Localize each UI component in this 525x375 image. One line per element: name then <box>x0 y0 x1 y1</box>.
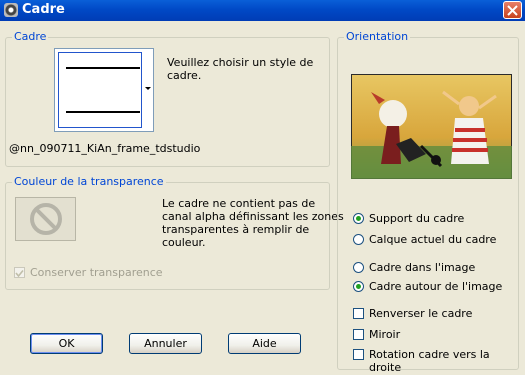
close-icon <box>507 5 518 16</box>
preserve-transparency-checkbox[interactable] <box>14 267 25 278</box>
label-calque-actuel: Calque actuel du cadre <box>369 233 497 246</box>
check-icon <box>15 269 24 278</box>
cadre-instruction: Veuillez choisir un style de cadre. <box>167 56 313 82</box>
transparence-message: Le cadre ne contient pas de canal alpha … <box>162 197 344 249</box>
label-cadre-dans-image: Cadre dans l'image <box>369 261 476 274</box>
radio-cadre-dans-image[interactable] <box>353 262 364 273</box>
label-support-du-cadre: Support du cadre <box>369 212 465 225</box>
title-bar[interactable]: Cadre <box>0 0 525 21</box>
message-line-3: transparentes à remplir de <box>162 223 310 236</box>
window-title: Cadre <box>22 2 65 17</box>
preview-artwork <box>351 74 512 179</box>
cadre-legend: Cadre <box>12 30 49 43</box>
transparence-legend: Couleur de la transparence <box>12 175 166 188</box>
close-button[interactable] <box>503 1 522 19</box>
radio-cadre-autour-image[interactable] <box>353 281 364 292</box>
instruction-line-1: Veuillez choisir un style de <box>167 56 314 69</box>
frame-style-selector[interactable] <box>54 48 154 132</box>
ok-button[interactable]: OK <box>30 333 103 354</box>
label-cadre-autour-image: Cadre autour de l'image <box>369 280 503 293</box>
no-symbol-icon <box>30 203 62 235</box>
orientation-legend: Orientation <box>344 30 411 43</box>
label-miroir: Miroir <box>369 328 401 341</box>
radio-support-du-cadre[interactable] <box>353 213 364 224</box>
frame-top-line <box>66 67 140 69</box>
dropdown-arrow-icon[interactable] <box>145 87 151 90</box>
message-line-2: canal alpha définissant les zones <box>162 210 344 223</box>
cadre-dialog: Cadre Cadre Veuillez choisir un style de… <box>0 0 525 375</box>
transparency-color-swatch <box>15 197 76 241</box>
frame-thumbnail <box>58 52 142 128</box>
instruction-line-2: cadre. <box>167 69 202 82</box>
frame-bottom-line <box>66 111 140 113</box>
radio-calque-actuel[interactable] <box>353 234 364 245</box>
label-rotation: Rotation cadre vers la droite <box>369 348 490 374</box>
app-icon <box>4 3 18 17</box>
help-button[interactable]: Aide <box>228 333 301 354</box>
checkbox-rotation[interactable] <box>353 349 364 360</box>
label-renverser: Renverser le cadre <box>369 307 473 320</box>
preserve-transparency-label: Conserver transparence <box>30 266 163 279</box>
cancel-button[interactable]: Annuler <box>129 333 202 354</box>
message-line-1: Le cadre ne contient pas de <box>162 197 316 210</box>
message-line-4: couleur. <box>162 236 206 249</box>
image-preview <box>351 74 512 179</box>
checkbox-miroir[interactable] <box>353 329 364 340</box>
frame-name: @nn_090711_KiAn_frame_tdstudio <box>9 142 201 155</box>
checkbox-renverser[interactable] <box>353 308 364 319</box>
